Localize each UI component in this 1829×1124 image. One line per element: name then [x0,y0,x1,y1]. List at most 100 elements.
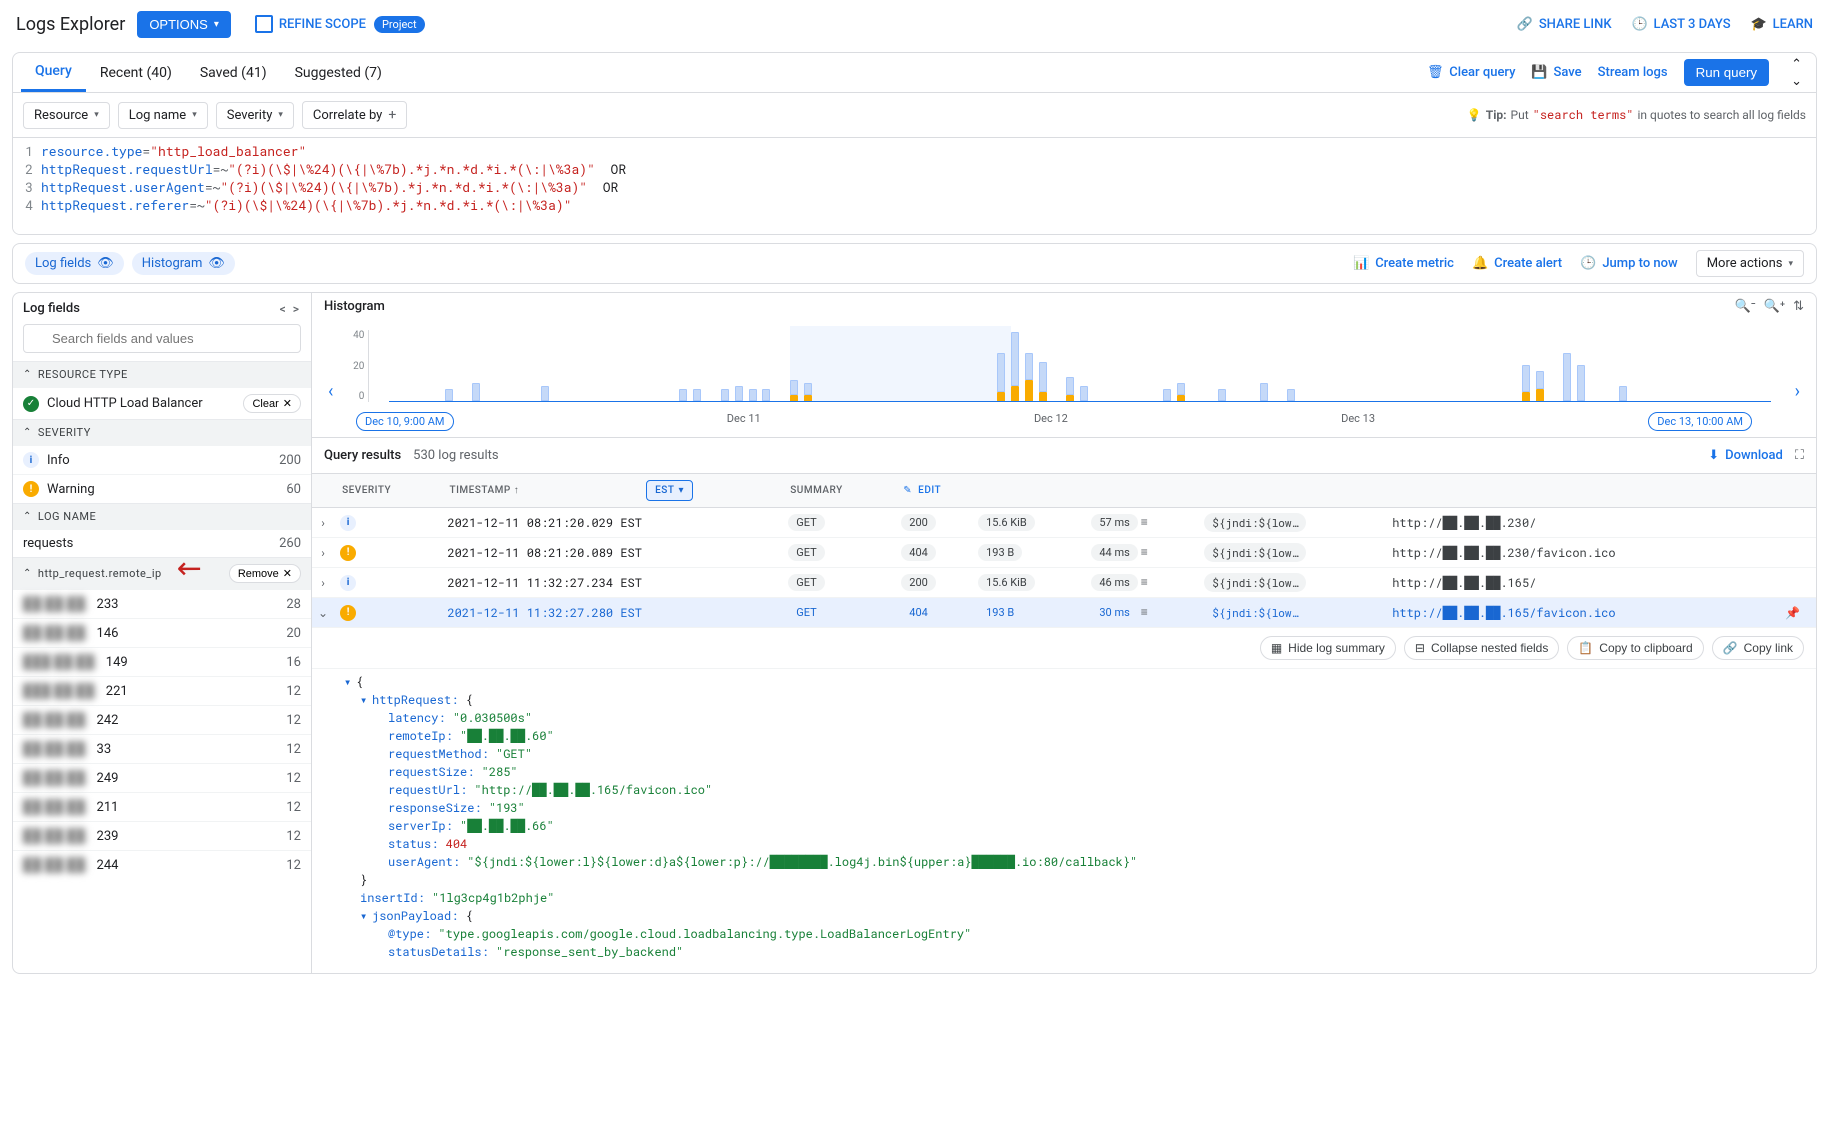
resource-type-header[interactable]: ⌃RESOURCE TYPE [13,361,311,387]
tab-saved[interactable]: Saved (41) [186,53,281,92]
expand-row-button[interactable]: › [312,538,334,568]
table-row[interactable]: ›!2021-12-11 08:21:20.089 ESTGET404193 B… [312,538,1816,568]
align-icon: ≡ [1141,515,1148,529]
pin-icon[interactable]: 📌 [1785,605,1800,621]
log-fields-chip[interactable]: Log fields👁 [25,252,124,275]
metric-icon: 📊 [1353,256,1369,271]
histogram-chart[interactable] [389,330,1770,402]
remote-ip-header[interactable]: ⌃http_request.remote_ip Remove✕ [13,557,311,589]
correlate-by-dropdown[interactable]: Correlate by [302,101,407,129]
share-link-button[interactable]: 🔗 SHARE LINK [1517,16,1612,32]
time-range-button[interactable]: 🕒 LAST 3 DAYS [1632,16,1731,32]
run-query-button[interactable]: Run query [1684,59,1770,86]
clear-query-button[interactable]: 🗑Clear query [1427,65,1515,81]
options-button[interactable]: OPTIONS [137,11,231,38]
remote-ip-row[interactable]: ██.██.██.23328 [13,589,311,618]
field-search-input[interactable] [23,324,301,353]
log-fields-header: Log fields < > [13,293,311,324]
hist-x-axis: Dec 10, 9:00 AM Dec 11 Dec 12 Dec 13 Dec… [356,406,1752,431]
learn-label: LEARN [1773,17,1813,32]
jump-to-now-button[interactable]: 🕒Jump to now [1580,256,1678,271]
remote-ip-row[interactable]: ██.██.██.21112 [13,792,311,821]
histogram-chip[interactable]: Histogram👁 [132,252,235,275]
severity-warning-row[interactable]: !Warning 60 [13,474,311,503]
remote-ip-row[interactable]: ██.██.██.23912 [13,821,311,850]
tab-recent[interactable]: Recent (40) [86,53,186,92]
main-split: Log fields < > ☰ ⌃RESOURCE TYPE ✓Cloud H… [12,292,1817,974]
eye-icon: 👁 [208,256,225,271]
log-name-requests-row[interactable]: requests 260 [13,529,311,557]
tab-query[interactable]: Query [21,53,86,92]
remote-ip-row[interactable]: ██.██.██.14620 [13,618,311,647]
panel-nav-icon[interactable]: < > [280,302,301,316]
hist-next-button[interactable]: › [1791,381,1804,402]
bulb-icon: 💡 [1467,108,1482,122]
learn-icon: 🎓 [1751,16,1767,32]
sort-up-icon[interactable]: ↑ [514,485,520,496]
remote-ip-row[interactable]: ██.██.██.24912 [13,763,311,792]
clear-resource-button[interactable]: Clear✕ [243,394,301,413]
eye-icon: 👁 [97,256,114,271]
download-button[interactable]: ⬇Download [1708,448,1783,463]
timezone-dropdown[interactable]: EST ▾ [646,480,693,501]
topbar: Logs Explorer OPTIONS REFINE SCOPE Proje… [0,0,1829,48]
page-title: Logs Explorer [16,14,125,35]
share-link-label: SHARE LINK [1539,17,1612,32]
stream-logs-button[interactable]: Stream logs [1598,65,1668,80]
zoom-out-icon[interactable]: 🔍⁻ [1735,299,1756,314]
expand-row-button[interactable]: › [312,568,334,598]
severity-header[interactable]: ⌃SEVERITY [13,419,311,445]
hide-summary-button[interactable]: ▦Hide log summary [1260,636,1396,660]
scope-project-pill[interactable]: Project [374,16,425,33]
save-button[interactable]: 💾Save [1532,65,1582,81]
query-panel: Query Recent (40) Saved (41) Suggested (… [12,52,1817,235]
zoom-in-icon[interactable]: 🔍⁺ [1764,299,1785,314]
collapse-fields-button[interactable]: ⊟Collapse nested fields [1404,636,1559,660]
query-results-header: Query results 530 log results ⬇Download … [312,438,1816,473]
severity-dropdown[interactable]: Severity [216,102,294,129]
severity-info-row[interactable]: iInfo 200 [13,445,311,474]
actions-right: 📊Create metric 🔔Create alert 🕒Jump to no… [1353,250,1804,277]
create-metric-button[interactable]: 📊Create metric [1353,256,1454,271]
hist-end-pill[interactable]: Dec 13, 10:00 AM [1648,412,1752,431]
copy-clipboard-button[interactable]: 📋Copy to clipboard [1567,636,1703,660]
refine-scope-button[interactable]: REFINE SCOPE [255,15,366,33]
remote-ip-row[interactable]: ██.██.██.24412 [13,850,311,879]
remote-ip-row[interactable]: ██.██.██.3312 [13,734,311,763]
log-name-dropdown[interactable]: Log name [118,102,208,129]
resource-type-item[interactable]: ✓Cloud HTTP Load Balancer Clear✕ [13,387,311,419]
log-name-header[interactable]: ⌃LOG NAME [13,503,311,529]
fullscreen-icon[interactable]: ⛶ [1795,448,1804,463]
resource-dropdown[interactable]: Resource [23,102,110,129]
hist-start-pill[interactable]: Dec 10, 9:00 AM [356,412,454,431]
edit-summary-button[interactable]: ✎EDIT [903,485,941,496]
download-icon: ⬇ [1708,448,1719,463]
remote-ip-list: ██.██.██.23328██.██.██.14620███.██.██.14… [13,589,311,879]
query-editor[interactable]: 1resource.type="http_load_balancer"2http… [13,138,1816,234]
table-row[interactable]: ›i2021-12-11 08:21:20.029 ESTGET20015.6 … [312,508,1816,538]
bell-icon: 🔔 [1472,256,1488,271]
create-alert-button[interactable]: 🔔Create alert [1472,256,1562,271]
more-actions-button[interactable]: More actions [1696,250,1804,277]
remove-field-button[interactable]: Remove✕ [229,564,301,583]
log-rows-body: ›i2021-12-11 08:21:20.029 ESTGET20015.6 … [312,508,1816,628]
tab-suggested[interactable]: Suggested (7) [281,53,396,92]
remote-ip-row[interactable]: ███.██.██.14916 [13,647,311,676]
scope-icon [255,15,273,33]
remote-ip-row[interactable]: ██.██.██.24212 [13,705,311,734]
table-row[interactable]: ›i2021-12-11 11:32:27.234 ESTGET20015.6 … [312,568,1816,598]
hist-prev-button[interactable]: ‹ [324,381,337,402]
expand-icon[interactable]: ⇅ [1793,299,1804,314]
info-icon: i [340,575,356,591]
table-row[interactable]: ⌄!2021-12-11 11:32:27.280 ESTGET404193 B… [312,598,1816,628]
expand-row-button[interactable]: ⌄ [312,598,334,628]
json-view: ▾{ ▾httpRequest: { latency: "0.030500s" … [312,669,1816,973]
remote-ip-row[interactable]: ███.██.██.22112 [13,676,311,705]
warn-icon: ! [340,545,356,561]
expand-row-button[interactable]: › [312,508,334,538]
copy-link-button[interactable]: 🔗Copy link [1712,636,1804,660]
info-icon: i [23,452,39,468]
overflow-menu-button[interactable]: ⌃⌄ [1785,57,1808,89]
time-range-label: LAST 3 DAYS [1654,17,1731,32]
learn-button[interactable]: 🎓 LEARN [1751,16,1813,32]
